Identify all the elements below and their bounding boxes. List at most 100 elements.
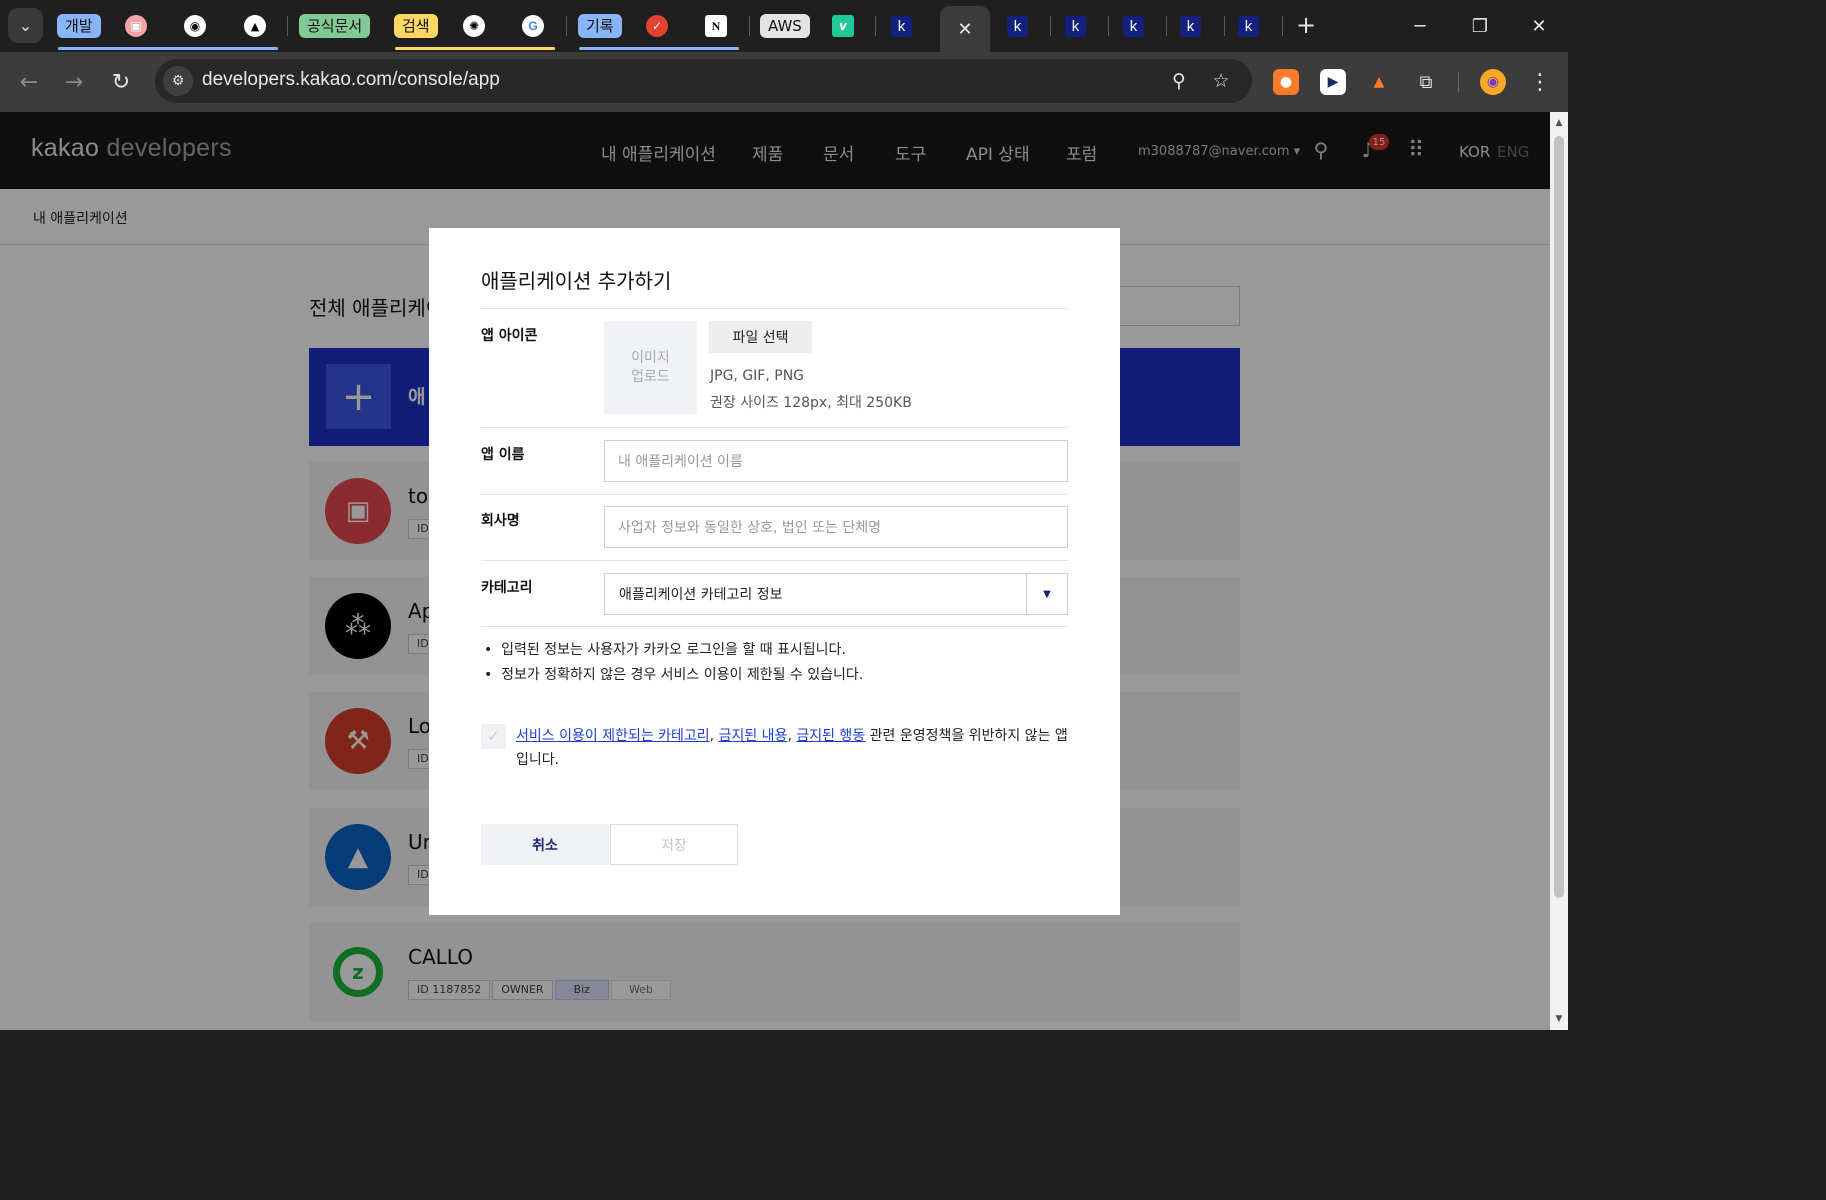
company-placeholder: 사업자 정보와 동일한 상호, 법인 또는 단체명: [618, 520, 881, 536]
tab-separator: [1108, 16, 1109, 36]
category-select[interactable]: 애플리케이션 카테고리 정보 ▼: [604, 573, 1068, 615]
dropdown-arrow-icon[interactable]: ▼: [1026, 574, 1067, 614]
kebab-menu-icon: ⋮: [1529, 69, 1551, 95]
tab-search-button[interactable]: ⌄: [8, 8, 43, 43]
close-window-button[interactable]: ✕: [1519, 10, 1559, 42]
app-name-label: 앱 이름: [481, 447, 525, 463]
app-name-input[interactable]: 내 애플리케이션 이름: [604, 440, 1068, 482]
zoom-icon[interactable]: ⚲: [1165, 67, 1193, 95]
bookmark-star-icon[interactable]: ☆: [1207, 67, 1235, 95]
image-upload-box[interactable]: 이미지 업로드: [604, 321, 697, 414]
kakao-k-icon: k: [891, 15, 912, 37]
tab-group-search-underline: [395, 47, 555, 50]
address-bar[interactable]: ⚙ developers.kakao.com/console/app ⚲ ☆: [155, 59, 1252, 103]
kakao-k-icon: k: [1007, 15, 1028, 37]
tab-group-aws[interactable]: AWS: [760, 12, 810, 40]
cancel-button[interactable]: 취소: [481, 824, 609, 865]
tab-separator: [749, 16, 750, 36]
prohibited-behavior-link[interactable]: 금지된 행동: [796, 728, 865, 744]
tab-kakao-2[interactable]: k: [1007, 12, 1028, 40]
tab-separator: [1050, 16, 1051, 36]
extension-colorzilla-icon[interactable]: ●: [1273, 69, 1299, 95]
tab-google[interactable]: G: [521, 12, 545, 40]
tab-group-dev[interactable]: 개발: [57, 12, 101, 40]
tab-group-docs[interactable]: 공식문서: [299, 12, 371, 40]
tab-strip: ⌄ 개발 ▣ ◉ ▲ 공식문서 검색 ✺ G 기록 ✓ N AWS v k ✕ …: [0, 0, 1568, 52]
notice-text: 입력된 정보는 사용자가 카카오 로그인을 할 때 표시됩니다.: [501, 642, 846, 658]
browser-menu-button[interactable]: ⋮: [1522, 64, 1558, 100]
company-label: 회사명: [481, 513, 520, 529]
reload-button[interactable]: ↻: [103, 64, 139, 100]
scrollbar-thumb[interactable]: [1554, 136, 1564, 898]
forward-button[interactable]: →: [56, 64, 92, 100]
tab-kakao-4[interactable]: k: [1123, 12, 1144, 40]
divider: [481, 308, 1068, 309]
restore-icon: ❐: [1471, 15, 1489, 37]
github-icon: ◉: [184, 15, 206, 37]
minimize-button[interactable]: ─: [1400, 10, 1440, 42]
tab-todoist[interactable]: ✓: [645, 12, 669, 40]
chevron-down-icon: ⌄: [18, 16, 33, 35]
profile-avatar[interactable]: ◉: [1480, 69, 1506, 95]
restricted-category-link[interactable]: 서비스 이용이 제한되는 카테고리: [516, 728, 710, 744]
company-input[interactable]: 사업자 정보와 동일한 상호, 법인 또는 단체명: [604, 506, 1068, 548]
image-upload-text: 이미지 업로드: [631, 349, 670, 385]
tab-kakao-5[interactable]: k: [1180, 12, 1201, 40]
new-tab-button[interactable]: +: [1293, 12, 1319, 38]
agree-checkbox[interactable]: ✓: [481, 724, 506, 749]
minimize-icon: ─: [1414, 15, 1426, 37]
tab-kakao-1[interactable]: k: [891, 12, 912, 40]
restore-button[interactable]: ❐: [1460, 10, 1500, 42]
tab-separator: [1166, 16, 1167, 36]
divider: [481, 560, 1068, 561]
tab-favicon-app[interactable]: ▣: [124, 12, 148, 40]
toolbar-separator: [1458, 72, 1459, 92]
file-size-hint: 권장 사이즈 128px, 최대 250KB: [710, 395, 912, 411]
divider: [481, 494, 1068, 495]
add-app-dialog: 애플리케이션 추가하기 앱 아이콘 이미지 업로드 파일 선택 JPG, GIF…: [429, 228, 1120, 915]
arrow-left-icon: ←: [19, 69, 39, 95]
extension-play-icon[interactable]: ▶: [1320, 69, 1346, 95]
divider: [481, 427, 1068, 428]
scroll-up-icon[interactable]: ▲: [1554, 118, 1564, 128]
notice-list: • 입력된 정보는 사용자가 카카오 로그인을 할 때 표시됩니다. • 정보가…: [484, 638, 863, 688]
tab-group-dev-underline: [58, 47, 278, 50]
tab-separator: [875, 16, 876, 36]
tab-separator: [287, 16, 288, 36]
scroll-down-icon[interactable]: ▼: [1554, 1014, 1564, 1024]
tab-velog[interactable]: v: [832, 12, 854, 40]
check-icon: ✓: [487, 728, 500, 745]
kakao-k-icon: k: [1123, 15, 1144, 37]
notice-text: 정보가 정확하지 않은 경우 서비스 이용이 제한될 수 있습니다.: [501, 667, 864, 683]
divider: [481, 626, 1068, 627]
tab-group-record[interactable]: 기록: [578, 12, 622, 40]
tab-kakao-3[interactable]: k: [1065, 12, 1086, 40]
gift-icon: ▣: [125, 15, 147, 37]
active-tab[interactable]: ✕: [940, 6, 990, 52]
reload-icon: ↻: [111, 69, 131, 95]
tab-group-search[interactable]: 검색: [394, 12, 438, 40]
extensions-puzzle-icon[interactable]: ⧉: [1413, 69, 1439, 95]
tab-kakao-6[interactable]: k: [1238, 12, 1259, 40]
save-button[interactable]: 저장: [610, 824, 738, 865]
tab-notion[interactable]: N: [704, 12, 728, 40]
kakao-k-icon: k: [1238, 15, 1259, 37]
prohibited-content-link[interactable]: 금지된 내용: [719, 728, 788, 744]
app-icon-label: 앱 아이콘: [481, 328, 538, 344]
url-text[interactable]: developers.kakao.com/console/app: [202, 69, 500, 91]
tab-chatgpt[interactable]: ✺: [462, 12, 486, 40]
screen: { "browser": { "tab_groups": [ {"label":…: [0, 0, 1568, 1030]
site-info-icon[interactable]: ⚙: [163, 66, 193, 96]
tab-vercel[interactable]: ▲: [243, 12, 267, 40]
close-icon: ✕: [1531, 15, 1547, 37]
tab-separator: [566, 16, 567, 36]
page-scrollbar[interactable]: ▲ ▼: [1550, 112, 1568, 1030]
back-button[interactable]: ←: [11, 64, 47, 100]
openai-icon: ✺: [463, 15, 485, 37]
tab-github[interactable]: ◉: [183, 12, 207, 40]
close-icon[interactable]: ✕: [957, 19, 972, 40]
kakao-k-icon: k: [1180, 15, 1201, 37]
triangle-icon: ▲: [244, 15, 266, 37]
file-select-button[interactable]: 파일 선택: [709, 321, 812, 353]
extension-rocket-icon[interactable]: ▲: [1366, 69, 1392, 95]
